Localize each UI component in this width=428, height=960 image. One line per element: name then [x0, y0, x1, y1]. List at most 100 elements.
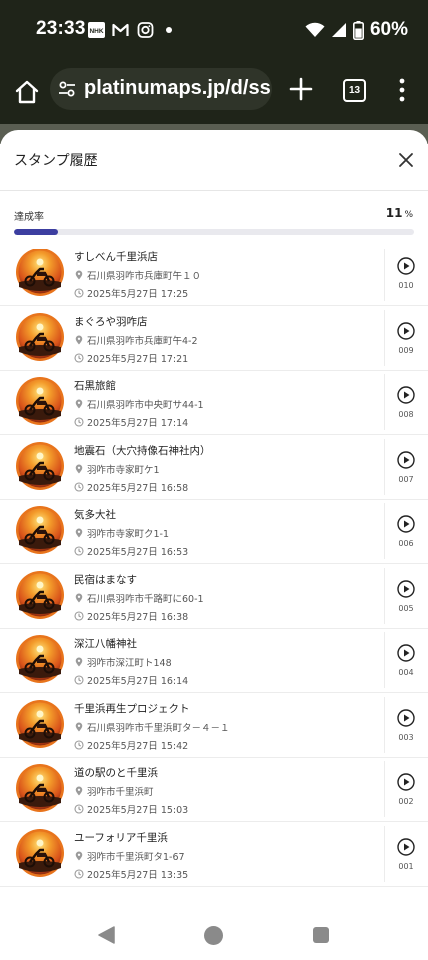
stamp-name: 民宿はまなす	[74, 573, 137, 586]
back-icon[interactable]	[98, 926, 116, 944]
stamp-list-item[interactable]: 石黒旅館 石川県羽咋市中央町サ44-1 2025年5月27日 17:14 008	[0, 370, 428, 435]
browser-toolbar: platinumaps.jp/d/ss 13	[0, 60, 428, 124]
stamp-date: 2025年5月27日 13:35	[74, 867, 188, 881]
stamp-date-text: 2025年5月27日 16:53	[87, 547, 189, 558]
stamp-list-item[interactable]: 地震石（大穴持像石神社内） 羽咋市寺家町ケ1 2025年5月27日 16:58 007	[0, 435, 428, 500]
system-nav-bar	[0, 900, 428, 960]
stamp-number: 010	[398, 281, 414, 290]
stamp-address: 羽咋市寺家町ク1-1	[74, 526, 169, 540]
stamp-avatar-image	[16, 441, 64, 490]
row-separator	[384, 309, 385, 366]
play-icon[interactable]	[397, 386, 415, 404]
row-separator	[384, 245, 385, 301]
play-icon[interactable]	[397, 450, 415, 469]
play-icon[interactable]	[397, 773, 415, 791]
stamp-address: 羽咋市千里浜町	[74, 784, 154, 798]
stamp-list-item[interactable]: 民宿はまなす石川県羽咋市千路町に60-1 2025年5月27日 16:38 005	[0, 564, 428, 629]
clock-icon	[74, 417, 84, 427]
play-icon[interactable]	[397, 579, 415, 598]
play-icon[interactable]	[397, 644, 415, 662]
row-separator	[384, 825, 385, 882]
clock-icon	[74, 288, 84, 298]
stamp-address: 羽咋市寺家町ケ1	[74, 462, 160, 476]
location-pin-icon	[75, 335, 83, 344]
address-bar[interactable]: platinumaps.jp/d/ss	[50, 68, 272, 110]
stamp-date: 2025年5月27日 15:03	[74, 802, 188, 816]
stamp-date-text: 2025年5月27日 13:35	[87, 869, 189, 881]
stamp-address-text: 羽咋市寺家町ケ1	[87, 464, 160, 476]
row-separator	[384, 632, 385, 688]
stamp-date-text: 2025年5月27日 15:03	[87, 805, 189, 816]
stamp-date: 2025年5月27日 17:21	[74, 351, 188, 365]
stamp-list-item[interactable]: すしべん千里浜店石川県羽咋市兵庫町午１０ 2025年5月27日 17:25 010	[0, 241, 428, 306]
row-separator	[384, 438, 385, 495]
play-icon[interactable]	[397, 515, 415, 533]
location-pin-icon	[75, 657, 83, 667]
stamp-date: 2025年5月27日 16:58	[74, 480, 188, 494]
instagram-icon	[137, 22, 154, 38]
location-pin-icon	[75, 270, 83, 280]
stamp-name: ユーフォリア千里浜	[74, 831, 168, 844]
location-pin-icon	[75, 722, 83, 731]
close-icon[interactable]	[398, 152, 414, 168]
nhk-icon: NHK	[88, 22, 105, 38]
home-icon[interactable]	[14, 79, 40, 105]
stamp-date-text: 2025年5月27日 17:25	[87, 289, 189, 300]
achievement-progress-fill	[14, 229, 58, 235]
row-separator	[384, 374, 385, 430]
stamp-list-item[interactable]: 気多大社羽咋市寺家町ク1-1 2025年5月27日 16:53 006	[0, 499, 428, 564]
stamp-list-item[interactable]: ユーフォリア千里浜 羽咋市千里浜町タ1-67 2025年5月27日 13:35 001	[0, 822, 428, 887]
achievement-value: 11%	[386, 206, 413, 220]
home-button[interactable]	[204, 926, 223, 945]
row-separator	[384, 761, 385, 817]
stamp-list-item[interactable]: 深江八幡神社 羽咋市深江町ト148 2025年5月27日 16:14 004	[0, 628, 428, 693]
clock-icon	[74, 352, 84, 363]
stamp-address: 石川県羽咋市千路町に60-1	[74, 591, 204, 605]
stamp-date-text: 2025年5月27日 15:42	[87, 740, 189, 752]
stamp-list-item[interactable]: 道の駅のと千里浜 羽咋市千里浜町 2025年5月27日 15:03 002	[0, 757, 428, 822]
stamp-address-text: 石川県羽咋市中央町サ44-1	[87, 400, 204, 411]
stamp-avatar-image	[16, 764, 64, 812]
stamp-number: 005	[398, 603, 414, 613]
clock-icon	[74, 481, 84, 492]
stamp-date: 2025年5月27日 17:25	[74, 286, 188, 300]
new-tab-icon[interactable]	[288, 76, 314, 102]
site-settings-icon[interactable]	[58, 80, 76, 98]
location-pin-icon	[75, 399, 83, 409]
stamp-address: 石川県羽咋市兵庫町午１０	[74, 268, 201, 282]
play-icon[interactable]	[397, 257, 415, 275]
stamp-date: 2025年5月27日 16:38	[74, 609, 188, 623]
stamp-list-item[interactable]: 千里浜再生プロジェクト 石川県羽咋市千里浜町タ－４－１ 2025年5月27日 15:…	[0, 693, 428, 758]
tab-switcher-button[interactable]: 13	[343, 79, 366, 102]
stamp-date: 2025年5月27日 16:53	[74, 544, 188, 558]
stamp-avatar-image	[16, 635, 64, 683]
location-pin-icon	[75, 786, 83, 796]
recents-button[interactable]	[313, 927, 329, 943]
stamp-address: 石川県羽咋市兵庫町午4-2	[74, 333, 198, 347]
stamp-name: 千里浜再生プロジェクト	[74, 702, 190, 715]
stamp-date-text: 2025年5月27日 16:58	[87, 482, 189, 494]
clock-icon	[74, 804, 84, 814]
clock-icon	[74, 739, 84, 750]
stamp-list-item[interactable]: まぐろや羽咋店 石川県羽咋市兵庫町午4-2 2025年5月27日 17:21 009	[0, 306, 428, 371]
stamp-number: 006	[398, 539, 414, 548]
stamp-number: 003	[398, 732, 414, 742]
clock-icon	[74, 610, 84, 621]
sheet-title: スタンプ履歴	[14, 153, 98, 169]
stamp-address: 石川県羽咋市中央町サ44-1	[74, 397, 204, 411]
stamp-name: すしべん千里浜店	[74, 251, 158, 263]
more-vert-icon[interactable]	[398, 78, 406, 102]
play-icon[interactable]	[397, 321, 415, 340]
stamp-address-text: 石川県羽咋市千路町に60-1	[87, 593, 204, 605]
stamp-name: 石黒旅館	[74, 380, 116, 392]
achievement-progress-bar	[14, 229, 414, 235]
stamp-avatar-image	[16, 312, 64, 361]
stamp-avatar-image	[16, 377, 64, 425]
achievement-label: 達成率	[14, 212, 44, 223]
play-icon[interactable]	[397, 708, 415, 727]
play-icon[interactable]	[397, 837, 415, 856]
stamp-name: 地震石（大穴持像石神社内）	[74, 444, 211, 457]
row-separator	[384, 696, 385, 753]
stamp-name: 気多大社	[74, 509, 116, 521]
gmail-icon	[112, 23, 129, 36]
